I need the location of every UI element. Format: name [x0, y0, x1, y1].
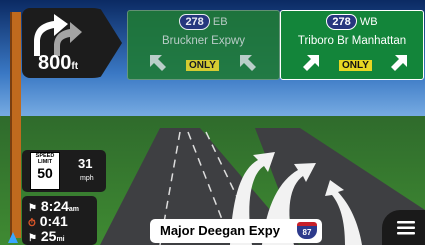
signpost-destination: Bruckner Expwy	[161, 35, 246, 47]
arrow-up-right-icon	[303, 55, 319, 71]
speed-unit: mph	[80, 175, 94, 182]
speed-limit-sign: SPEED LIMIT 50	[30, 152, 60, 190]
signpost-left: 278 EB Bruckner Expwy ONLY	[127, 10, 280, 80]
current-street-label: Major Deegan Expy 87	[150, 219, 322, 243]
only-label: ONLY	[186, 60, 219, 71]
route-direction: WB	[359, 16, 378, 28]
checkered-flag-icon: ⚑	[28, 233, 37, 244]
route-shield: 278	[326, 14, 357, 30]
time-remaining: ⏱ 0:41	[28, 213, 68, 229]
menu-button[interactable]	[382, 210, 425, 245]
signpost-right: 278 WB Triboro Br Manhattan ONLY	[280, 10, 424, 80]
arrow-up-right-icon	[391, 55, 407, 71]
arrow-up-left-icon	[150, 55, 166, 71]
only-label: ONLY	[339, 60, 372, 71]
interstate-shield-icon: 87	[297, 222, 317, 239]
signpost-destination: Triboro Br Manhattan	[297, 35, 407, 47]
turn-distance: 800ft	[38, 52, 79, 74]
route-progress-bar	[10, 12, 21, 238]
speed-limit-value: 50	[37, 165, 53, 181]
hamburger-menu-icon	[397, 221, 415, 235]
distance-remaining: ⚑ 25mi	[28, 228, 65, 244]
route-shield: 278	[179, 14, 210, 30]
current-speed: 31	[78, 156, 93, 171]
route-direction: EB	[212, 16, 228, 28]
position-arrow-icon	[8, 232, 18, 243]
arrival-time: ⚑ 8:24am	[28, 198, 80, 214]
turn-left-fork-icon	[34, 14, 82, 56]
arrow-up-left-icon	[240, 55, 256, 71]
